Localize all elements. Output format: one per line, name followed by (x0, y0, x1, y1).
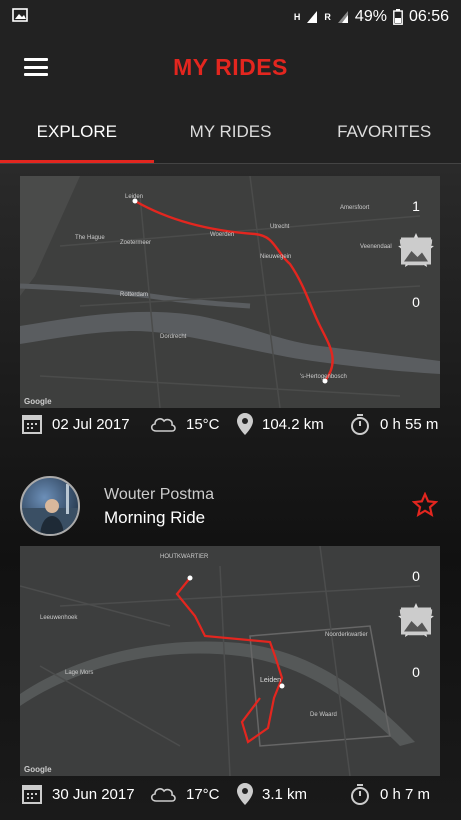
map-label-den-bosch: 's-Hertogenbosch (300, 374, 347, 380)
ride-side-actions: 0 4 0 (398, 562, 434, 680)
map-label-leeuwenhoek: Leeuwenhoek (40, 615, 78, 621)
ride-temp: 17°C (186, 785, 220, 803)
map-label-zoetermeer: Zoetermeer (120, 240, 151, 246)
map-label-dordrecht: Dordrecht (160, 334, 187, 340)
network-r-label: R (324, 12, 331, 22)
ride-map[interactable]: HOUTKWARTIER Leeuwenhoek Noorderkwartier… (20, 546, 440, 776)
map-label-amersfoort: Amersfoort (340, 205, 370, 211)
ride-stats: 02 Jul 2017 15°C 104.2 km 0 h 55 m (20, 407, 440, 441)
map-label-houtkwartier: HOUTKWARTIER (160, 554, 209, 560)
stopwatch-icon (351, 784, 369, 805)
ride-date: 02 Jul 2017 (52, 415, 130, 433)
map-canvas: Leiden The Hague Rotterdam Utrecht Woerd… (20, 176, 440, 408)
photo-icon[interactable] (398, 192, 434, 310)
stat-date: 30 Jun 2017 (20, 782, 148, 806)
stat-distance: 3.1 km (236, 782, 348, 806)
map-label-lage-mors: Lage Mors (65, 670, 93, 676)
stopwatch-icon (351, 414, 369, 435)
location-pin-icon (237, 783, 253, 805)
stat-temp: 17°C (148, 784, 236, 804)
ride-temp: 15°C (186, 415, 220, 433)
app-bar: MY RIDES (0, 34, 461, 100)
photo-icon[interactable] (398, 562, 434, 680)
image-notification-icon (12, 7, 28, 27)
ride-duration: 0 h 55 m (380, 415, 439, 433)
calendar-icon (22, 785, 42, 804)
status-bar: H R 49% 06:56 (0, 0, 461, 34)
map-label-de-waard: De Waard (310, 712, 337, 718)
map-label-noorderkwartier: Noorderkwartier (325, 632, 368, 638)
map-label-woerden: Woerden (210, 232, 234, 238)
map-credit: Google (24, 397, 52, 406)
ride-header[interactable]: Wouter Postma Morning Ride (20, 476, 440, 536)
ride-duration: 0 h 7 m (380, 785, 431, 803)
stat-temp: 15°C (148, 414, 236, 434)
map-canvas: HOUTKWARTIER Leeuwenhoek Noorderkwartier… (20, 546, 440, 776)
map-label-veenendaal: Veenendaal (360, 244, 392, 250)
favorite-star-icon[interactable] (412, 492, 438, 518)
battery-percent: 49% (354, 8, 387, 25)
stat-distance: 104.2 km (236, 412, 348, 436)
tab-bar: EXPLORE MY RIDES FAVORITES (0, 100, 461, 164)
tab-my-rides[interactable]: MY RIDES (154, 100, 308, 164)
avatar[interactable] (20, 476, 80, 536)
map-label-nieuwegein: Nieuwegein (260, 254, 291, 260)
ride-stats: 30 Jun 2017 17°C 3.1 km 0 h 7 m (20, 777, 440, 811)
stat-duration: 0 h 7 m (348, 782, 430, 806)
ride-map[interactable]: Leiden The Hague Rotterdam Utrecht Woerd… (20, 176, 440, 408)
battery-icon (393, 9, 403, 25)
ride-date: 30 Jun 2017 (52, 785, 135, 803)
signal-icon (307, 11, 318, 23)
signal-icon-2 (337, 11, 348, 23)
ride-distance: 104.2 km (262, 415, 324, 433)
network-h-label: H (293, 12, 301, 22)
network-indicator: H (293, 12, 301, 22)
cloud-icon (150, 788, 176, 802)
tab-explore[interactable]: EXPLORE (0, 100, 154, 164)
ride-title[interactable]: Morning Ride (104, 508, 205, 528)
cloud-icon (150, 418, 176, 432)
stat-date: 02 Jul 2017 (20, 412, 148, 436)
stat-duration: 0 h 55 m (348, 412, 438, 436)
map-label-rotterdam: Rotterdam (120, 292, 148, 298)
tab-favorites[interactable]: FAVORITES (307, 100, 461, 164)
roaming-indicator: R (324, 12, 331, 22)
map-label-leiden: Leiden (125, 194, 143, 200)
ride-side-actions: 1 3 0 (398, 192, 434, 310)
clock: 06:56 (408, 8, 449, 25)
map-label-leiden: Leiden (260, 677, 281, 684)
map-label-hague: The Hague (75, 235, 105, 241)
location-pin-icon (237, 413, 253, 435)
map-credit: Google (24, 765, 52, 774)
map-label-utrecht: Utrecht (270, 224, 290, 230)
ride-distance: 3.1 km (262, 785, 308, 803)
page-title: MY RIDES (173, 54, 288, 80)
rider-name[interactable]: Wouter Postma (104, 486, 214, 504)
calendar-icon (22, 415, 42, 434)
